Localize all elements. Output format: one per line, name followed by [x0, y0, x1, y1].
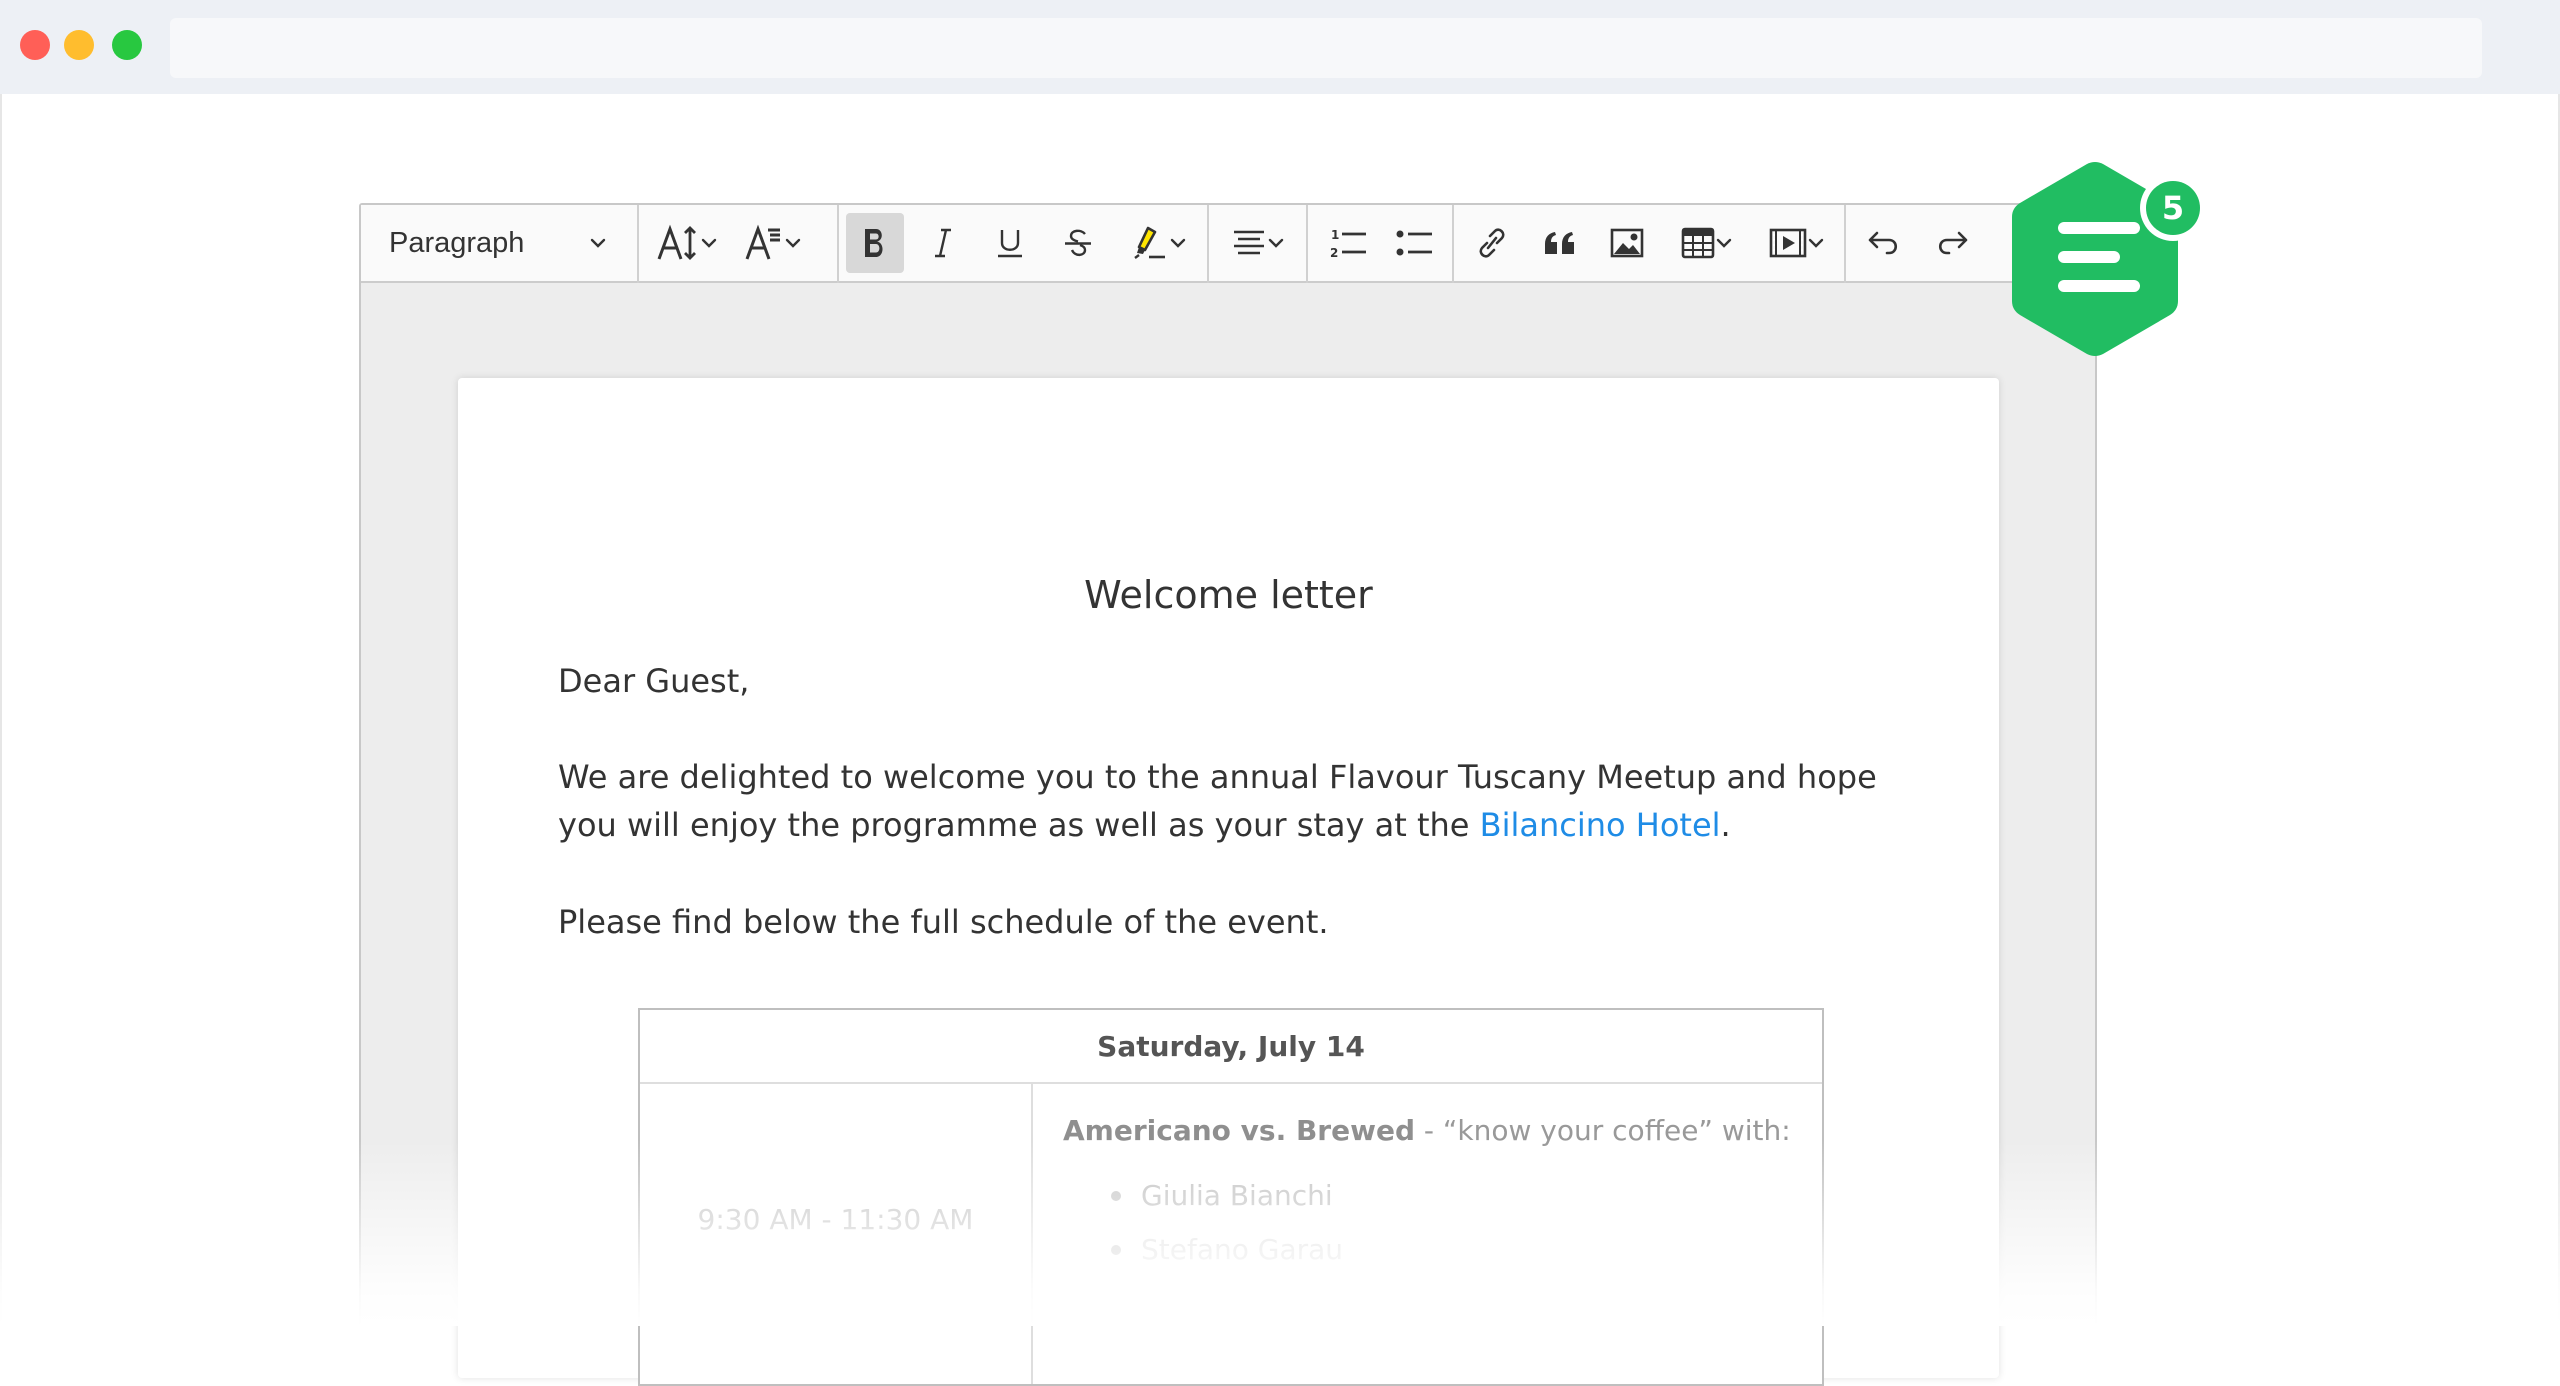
link-button[interactable]	[1461, 213, 1523, 273]
session-subtitle: - “know your coffee” with:	[1415, 1114, 1791, 1147]
chevron-down-icon	[1715, 237, 1733, 249]
chevron-down-icon	[589, 237, 607, 249]
chevron-down-icon	[700, 237, 718, 249]
align-center-icon	[1231, 228, 1267, 258]
toolbar-separator	[1452, 205, 1454, 283]
redo-button[interactable]	[1921, 213, 1983, 273]
numbered-list-icon: 12	[1330, 226, 1370, 260]
chevron-down-icon	[784, 237, 802, 249]
toolbar-separator	[1207, 205, 1209, 283]
intro-text-end: .	[1720, 806, 1731, 844]
font-family-button[interactable]	[731, 213, 815, 273]
italic-button[interactable]	[914, 213, 972, 273]
window-border-left	[0, 94, 2, 1326]
bulleted-list-button[interactable]	[1386, 213, 1444, 273]
insert-image-button[interactable]	[1596, 213, 1658, 273]
insert-table-button[interactable]	[1666, 213, 1748, 273]
maximize-window-button[interactable]	[112, 30, 142, 60]
intro-paragraph[interactable]: We are delighted to welcome you to the a…	[558, 753, 1938, 849]
speaker-list: Giulia Bianchi Stefano Garau	[1063, 1169, 1792, 1277]
session-title: Americano vs. Brewed	[1063, 1114, 1415, 1147]
strikethrough-button[interactable]	[1049, 213, 1107, 273]
media-icon	[1769, 228, 1807, 258]
list-item: Stefano Garau	[1111, 1223, 1792, 1277]
document-title[interactable]: Welcome letter	[458, 573, 1999, 617]
address-bar[interactable]	[170, 18, 2482, 78]
numbered-list-button[interactable]: 12	[1321, 213, 1379, 273]
heading-select-value: Paragraph	[389, 226, 525, 259]
bold-button[interactable]	[846, 213, 904, 273]
chevron-down-icon	[1807, 237, 1825, 249]
insert-media-button[interactable]	[1756, 213, 1838, 273]
window-titlebar	[0, 0, 2560, 94]
annotations-count-badge: 5	[2140, 175, 2206, 241]
underline-button[interactable]	[981, 213, 1039, 273]
toolbar-separator	[637, 205, 639, 283]
chevron-down-icon	[1169, 237, 1187, 249]
strikethrough-icon	[1063, 227, 1093, 259]
toolbar-separator	[837, 205, 839, 283]
undo-button[interactable]	[1853, 213, 1915, 273]
highlight-button[interactable]	[1121, 213, 1197, 273]
svg-text:2: 2	[1330, 246, 1338, 260]
badge-count: 5	[2146, 181, 2200, 235]
toolbar-separator	[1844, 205, 1846, 283]
session-heading: Americano vs. Brewed - “know your coffee…	[1063, 1114, 1792, 1147]
rich-text-editor: Paragraph 1 2 Welcome letter Dear Guest,…	[359, 203, 2097, 1386]
bulleted-list-icon	[1395, 226, 1435, 260]
svg-text:1: 1	[1331, 228, 1339, 242]
time-cell[interactable]: 9:30 AM - 11:30 AM	[640, 1084, 1033, 1384]
toolbar-separator	[1306, 205, 1308, 283]
document-page[interactable]: Welcome letter Dear Guest, We are deligh…	[458, 378, 1999, 1386]
font-family-icon	[744, 223, 784, 263]
chevron-down-icon	[1267, 237, 1285, 249]
hotel-link[interactable]: Bilancino Hotel	[1480, 806, 1721, 844]
heading-select[interactable]: Paragraph	[371, 213, 621, 273]
close-window-button[interactable]	[20, 30, 50, 60]
table-icon	[1681, 227, 1715, 259]
schedule-table-header[interactable]: Saturday, July 14	[640, 1010, 1822, 1084]
schedule-table[interactable]: Saturday, July 14 9:30 AM - 11:30 AM Ame…	[638, 1008, 1824, 1386]
bold-icon	[860, 226, 890, 260]
underline-icon	[995, 227, 1025, 259]
editor-toolbar: Paragraph 1 2	[361, 205, 2095, 283]
image-icon	[1610, 228, 1644, 258]
font-size-icon	[656, 223, 700, 263]
undo-icon	[1867, 229, 1901, 257]
schedule-intro-paragraph[interactable]: Please find below the full schedule of t…	[558, 898, 1938, 946]
description-cell[interactable]: Americano vs. Brewed - “know your coffee…	[1033, 1084, 1822, 1384]
italic-icon	[930, 227, 956, 259]
table-row: 9:30 AM - 11:30 AM Americano vs. Brewed …	[640, 1084, 1822, 1384]
highlighter-icon	[1131, 224, 1169, 262]
list-item: Giulia Bianchi	[1111, 1169, 1792, 1223]
link-icon	[1475, 225, 1509, 261]
minimize-window-button[interactable]	[64, 30, 94, 60]
alignment-button[interactable]	[1218, 213, 1298, 273]
block-quote-button[interactable]	[1529, 213, 1591, 273]
greeting-paragraph[interactable]: Dear Guest,	[558, 657, 1938, 705]
redo-icon	[1935, 229, 1969, 257]
quote-icon	[1543, 228, 1577, 258]
font-size-button[interactable]	[649, 213, 725, 273]
